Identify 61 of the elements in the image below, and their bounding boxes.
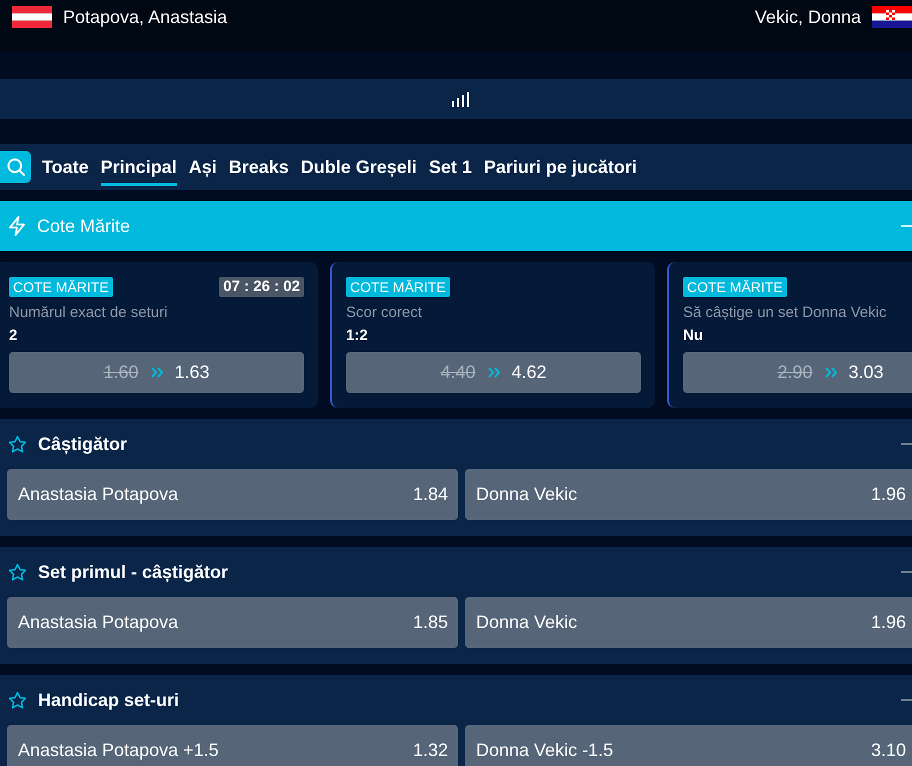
player-name: Potapova, Anastasia [63, 6, 228, 28]
outcome-button[interactable]: Donna Vekic 1.96 [465, 469, 912, 520]
star-icon[interactable] [8, 690, 27, 710]
market-name: Numărul exact de seturi [9, 304, 168, 322]
countdown-timer: 07 : 26 : 02 [219, 277, 304, 297]
old-odds: 4.40 [440, 362, 476, 383]
market-name: Scor corect [346, 304, 423, 322]
outcome-button[interactable]: Anastasia Potapova 1.84 [7, 469, 458, 520]
selection-name: 2 [9, 327, 18, 345]
double-chevron-icon [824, 367, 836, 378]
market-name: Să câștige un set Donna Vekic [683, 304, 888, 322]
outcome-odds: 1.96 [870, 612, 906, 633]
stats-icon[interactable] [452, 92, 470, 106]
tab[interactable]: Pariuri pe jucători [484, 148, 637, 186]
outcome-name: Donna Vekic [476, 484, 578, 505]
outcome-odds: 1.32 [412, 740, 448, 761]
outcome-name: Donna Vekic [476, 612, 578, 633]
star-icon[interactable] [8, 434, 27, 454]
new-odds: 3.03 [848, 362, 884, 383]
outcome-name: Donna Vekic -1.5 [476, 740, 614, 761]
search-icon [6, 158, 24, 176]
outcome-odds: 1.84 [412, 484, 448, 505]
outcome-name: Anastasia Potapova [18, 612, 178, 633]
outcome-odds: 1.96 [870, 484, 906, 505]
market-title: Set primul - câștigător [38, 562, 230, 582]
player-name: Vekic, Donna [754, 6, 861, 28]
tab[interactable]: Toate [42, 148, 89, 186]
double-chevron-icon [488, 367, 500, 378]
outcome-button[interactable]: Anastasia Potapova 1.85 [7, 597, 458, 648]
old-odds: 2.90 [777, 362, 812, 383]
odds-button[interactable]: 4.40 4.62 [346, 352, 641, 393]
new-odds: 1.63 [174, 362, 210, 383]
odds-button[interactable]: 1.60 1.63 [9, 352, 304, 393]
outcome-odds: 1.85 [412, 612, 448, 633]
boost-badge: COTE MĂRITE [683, 277, 787, 297]
star-icon[interactable] [8, 562, 27, 582]
selection-name: 1:2 [346, 327, 369, 345]
tab[interactable]: Ași [188, 148, 217, 186]
outcome-button[interactable]: Anastasia Potapova +1.5 1.32 [7, 725, 458, 766]
tab[interactable]: Set 1 [428, 148, 472, 186]
flag-icon [12, 6, 52, 28]
tab[interactable]: Duble Greșeli [300, 148, 417, 186]
market-title: Handicap set-uri [38, 690, 180, 710]
boost-badge: COTE MĂRITE [346, 277, 450, 297]
outcome-name: Anastasia Potapova +1.5 [18, 740, 219, 761]
lightning-icon [8, 216, 26, 236]
old-odds: 1.60 [103, 362, 138, 383]
odds-button[interactable]: 2.90 3.03 [683, 352, 912, 393]
flag-icon [872, 6, 912, 28]
boost-badge: COTE MĂRITE [9, 277, 113, 297]
double-chevron-icon [150, 367, 162, 378]
outcome-button[interactable]: Donna Vekic -1.5 3.10 [465, 725, 912, 766]
new-odds: 4.62 [512, 362, 547, 383]
outcome-odds: 3.10 [870, 740, 906, 761]
tab[interactable]: Breaks [228, 148, 289, 186]
market-title: Câștigător [38, 434, 128, 454]
outcome-button[interactable]: Donna Vekic 1.96 [465, 597, 912, 648]
section-title: Cote Mărite [37, 216, 132, 236]
selection-name: Nu [683, 327, 704, 345]
tab[interactable]: Principal [100, 148, 177, 186]
outcome-name: Anastasia Potapova [18, 484, 178, 505]
